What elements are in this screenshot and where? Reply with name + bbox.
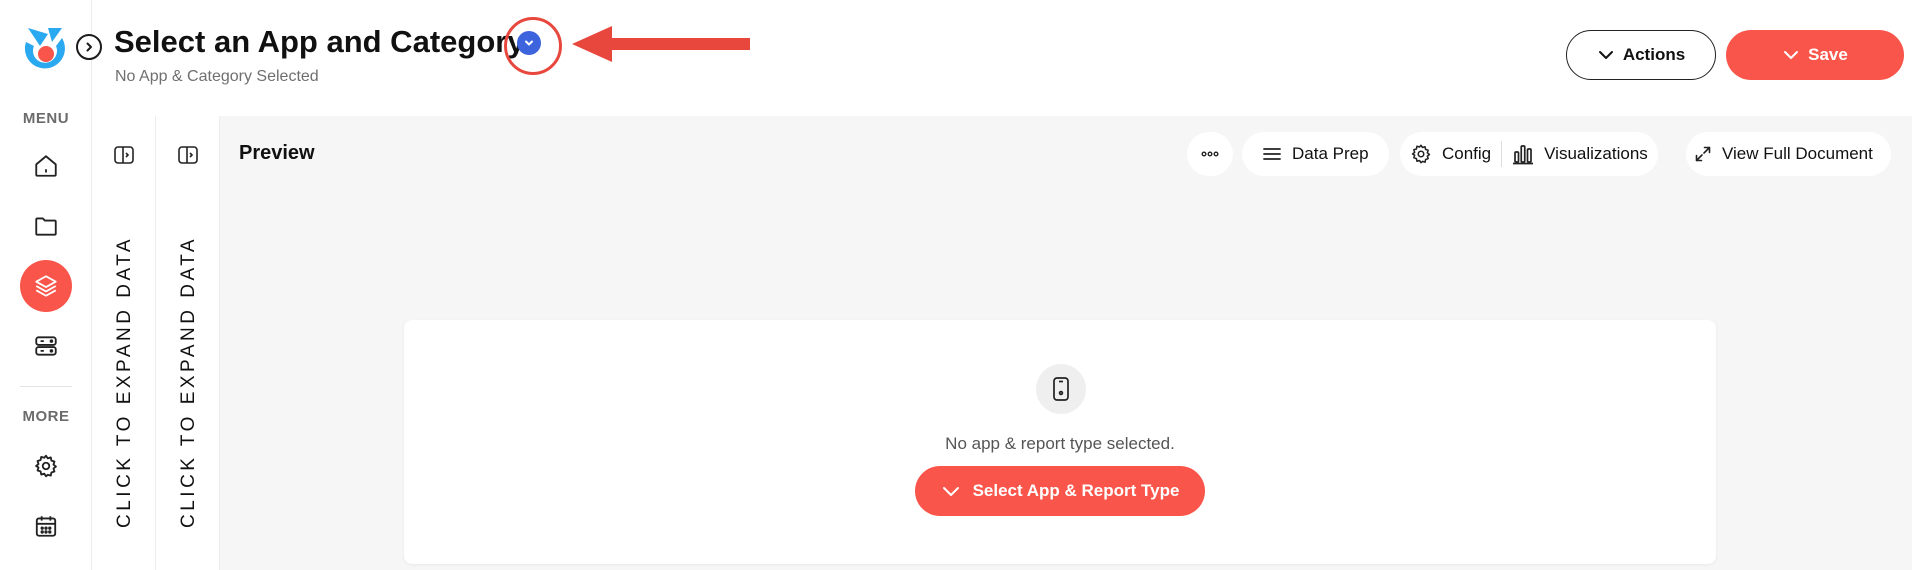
actions-button[interactable]: Actions [1566, 30, 1716, 80]
more-horizontal-icon [1201, 151, 1219, 157]
menu-heading: MENU [22, 110, 70, 127]
select-app-report-type-button[interactable]: Select App & Report Type [915, 466, 1205, 516]
empty-state-card: No app & report type selected. Select Ap… [404, 320, 1716, 564]
more-options-button[interactable] [1187, 132, 1233, 176]
actions-label: Actions [1622, 45, 1686, 64]
home-icon [35, 155, 57, 177]
gear-icon [1411, 144, 1431, 164]
more-heading: MORE [22, 408, 70, 425]
visualizations-label: Visualizations [1544, 144, 1648, 163]
visualizations-button[interactable]: Visualizations [1512, 132, 1648, 176]
gear-icon [35, 454, 57, 478]
config-button[interactable]: Config [1410, 132, 1491, 176]
left-sidebar: MENU MORE [0, 0, 92, 570]
view-mode-group: Config Visualizations [1400, 132, 1658, 176]
preview-title: Preview [239, 142, 315, 164]
view-full-document-button[interactable]: View Full Document [1686, 132, 1891, 176]
save-button[interactable]: Save [1726, 30, 1904, 80]
chevron-down-icon [1784, 51, 1799, 59]
folder-icon [35, 217, 57, 236]
expand-panel-icon [177, 146, 198, 164]
bar-chart-icon [1513, 145, 1534, 165]
nav-server-button[interactable] [20, 320, 72, 372]
page-title: Select an App and Category [114, 24, 525, 59]
nav-folder-button[interactable] [20, 200, 72, 252]
rail-divider [20, 386, 72, 387]
page-subtitle: No App & Category Selected [115, 68, 319, 85]
app-logo[interactable] [22, 24, 70, 78]
chevron-right-icon [86, 42, 92, 52]
menu-lines-icon [1263, 148, 1281, 160]
chevron-down-icon [942, 487, 959, 496]
annotation-arrow [572, 26, 750, 62]
empty-state-icon-wrap [1036, 364, 1086, 414]
nav-home-button[interactable] [20, 140, 72, 192]
expand-data-label: CLICK TO EXPAND DATA [113, 235, 135, 528]
nav-calendar-button[interactable] [20, 500, 72, 552]
expand-arrows-icon [1695, 146, 1711, 162]
nav-settings-button[interactable] [20, 440, 72, 492]
collapsed-data-panel-1[interactable]: CLICK TO EXPAND DATA [92, 116, 156, 570]
calendar-icon [35, 516, 57, 537]
layers-icon [35, 275, 57, 297]
config-label: Config [1442, 144, 1492, 163]
save-label: Save [1808, 45, 1848, 64]
toolbar-separator [1501, 141, 1503, 167]
preview-area: Preview Data Prep Config Visualizations … [220, 116, 1912, 570]
nav-layers-button[interactable] [20, 260, 72, 312]
chevron-down-icon [1598, 51, 1613, 59]
data-prep-label: Data Prep [1292, 144, 1369, 163]
select-app-report-type-label: Select App & Report Type [972, 481, 1180, 500]
collapsed-data-panel-2[interactable]: CLICK TO EXPAND DATA [156, 116, 220, 570]
expand-sidebar-button[interactable] [76, 34, 102, 60]
app-category-dropdown-button[interactable] [517, 31, 541, 55]
expand-data-label: CLICK TO EXPAND DATA [177, 235, 199, 528]
tablet-icon [1053, 377, 1069, 401]
expand-panel-icon [113, 146, 134, 164]
view-full-document-label: View Full Document [1722, 144, 1873, 163]
server-icon [35, 336, 57, 356]
empty-state-message: No app & report type selected. [945, 434, 1175, 453]
chevron-down-icon [525, 40, 533, 46]
data-prep-button[interactable]: Data Prep [1242, 132, 1389, 176]
